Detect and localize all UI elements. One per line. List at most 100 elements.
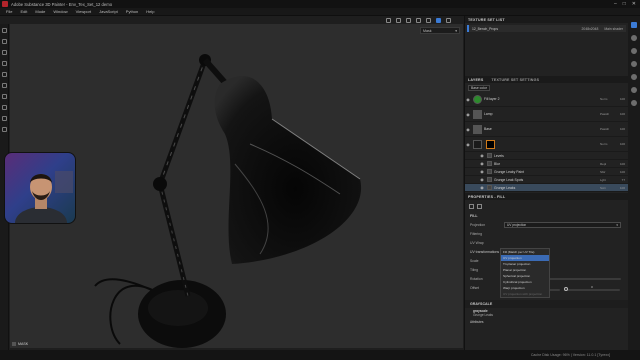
uv-wrap-row: UV Wrap xyxy=(465,238,628,247)
effect-opacity[interactable]: 100 xyxy=(618,170,628,174)
menu-window[interactable]: Window xyxy=(49,9,71,14)
smudge-icon[interactable] xyxy=(1,72,7,77)
eraser-icon[interactable] xyxy=(1,39,7,44)
app-logo-icon xyxy=(2,1,8,7)
effect-name: Levels xyxy=(494,153,504,158)
menu-javascript[interactable]: JavaScript xyxy=(95,9,122,14)
layer-opacity[interactable]: 100 xyxy=(618,127,628,131)
projection-dropdown[interactable]: UV projection ▾ xyxy=(504,221,621,228)
visibility-eye-icon[interactable]: ◉ xyxy=(479,161,485,166)
layout-icon[interactable] xyxy=(446,17,451,23)
menu-python[interactable]: Python xyxy=(122,9,142,14)
mask-indicator: MASK xyxy=(12,342,28,346)
layer-row[interactable]: ◉ Base Passth 100 xyxy=(465,122,628,137)
picker-icon[interactable] xyxy=(1,94,7,99)
layer-row[interactable]: ◉ Norm 100 xyxy=(465,137,628,152)
paint-mode-icon[interactable] xyxy=(436,17,441,23)
tab-texture-set-settings[interactable]: TEXTURE SET SETTINGS xyxy=(491,78,539,82)
layer-thumbnail xyxy=(473,139,482,149)
menu-mode[interactable]: Mode xyxy=(31,9,49,14)
menu-viewport[interactable]: Viewport xyxy=(72,9,96,14)
effect-icon xyxy=(487,161,492,166)
visibility-eye-icon[interactable]: ◉ xyxy=(479,169,485,174)
effect-blend[interactable]: Sbtr xyxy=(600,170,618,174)
projection-dropdown-list: Fill (Match per UV Tile) UV projection T… xyxy=(500,248,550,298)
attributes-row[interactable]: Attributes xyxy=(465,318,628,325)
visibility-eye-icon[interactable]: ◉ xyxy=(465,127,471,132)
effect-blend[interactable]: Repl xyxy=(600,162,618,166)
menu-help[interactable]: Help xyxy=(142,9,158,14)
effect-row[interactable]: ◉ Blur Repl 100 xyxy=(465,160,628,168)
effect-row[interactable]: ◉ Levels xyxy=(465,152,628,160)
layer-blend[interactable]: Norm xyxy=(600,97,618,101)
layer-blend[interactable]: Passth xyxy=(600,112,618,116)
render-icon[interactable] xyxy=(426,17,431,23)
effect-name: Blur xyxy=(494,161,501,166)
layer-name: Base xyxy=(484,127,492,131)
projection-icon[interactable] xyxy=(1,50,7,55)
fill-tool-icon[interactable] xyxy=(469,203,474,209)
effect-name: Grunge Leaks xyxy=(494,185,516,190)
chevron-down-icon: ▾ xyxy=(455,28,457,33)
layer-row[interactable]: ◉ Fill layer 2 Norm 100 xyxy=(465,92,628,107)
minimize-button[interactable]: – xyxy=(614,1,617,7)
status-bar: Cache Disk Usage: 96% | Version: 11.0.1 … xyxy=(0,350,640,360)
properties-icon[interactable] xyxy=(631,48,637,54)
settings-icon[interactable] xyxy=(416,17,421,23)
shader-settings-icon[interactable] xyxy=(631,100,637,106)
camera-icon[interactable] xyxy=(386,17,391,23)
offset-y-slider[interactable] xyxy=(564,287,620,291)
layer-name: Fill layer 2 xyxy=(484,97,500,101)
close-button[interactable]: ✕ xyxy=(632,1,636,7)
visibility-eye-icon[interactable]: ◉ xyxy=(465,142,471,147)
layer-blend[interactable]: Passth xyxy=(600,127,618,131)
visibility-eye-icon[interactable]: ◉ xyxy=(465,112,471,117)
effect-row[interactable]: ◉ Grunge Leak Spots Lght 77 xyxy=(465,176,628,184)
layers-icon[interactable] xyxy=(631,35,637,41)
layer-opacity[interactable]: 100 xyxy=(618,142,628,146)
clone-icon[interactable] xyxy=(1,83,7,88)
menu-file[interactable]: File xyxy=(2,9,16,14)
viewport-mode-select[interactable]: Mask ▾ xyxy=(420,27,460,34)
slider-knob[interactable] xyxy=(564,287,568,291)
polygon-fill-icon[interactable] xyxy=(1,61,7,66)
effect-row[interactable]: ◉ Grunge Leaky Paint Sbtr 100 xyxy=(465,168,628,176)
export-icon[interactable] xyxy=(1,127,7,132)
right-icon-bar xyxy=(628,16,640,350)
visibility-eye-icon[interactable]: ◉ xyxy=(479,177,485,182)
layer-blend[interactable]: Norm xyxy=(600,142,618,146)
layer-opacity[interactable]: 100 xyxy=(618,112,628,116)
viewport[interactable]: Mask ▾ MASK xyxy=(10,24,463,348)
status-text: Cache Disk Usage: 96% | Version: 11.0.1 … xyxy=(530,353,610,357)
channel-select[interactable]: Base color xyxy=(468,84,491,91)
texture-set-icon[interactable] xyxy=(631,22,637,28)
shelf-icon[interactable] xyxy=(631,61,637,67)
screenshot-icon[interactable] xyxy=(406,17,411,23)
effect-blend[interactable]: Scrn xyxy=(600,186,618,190)
paint-brush-icon[interactable] xyxy=(1,28,7,33)
effect-opacity[interactable]: 100 xyxy=(618,186,628,190)
layer-row[interactable]: ◉ Lamp Passth 100 xyxy=(465,107,628,122)
layer-opacity[interactable]: 100 xyxy=(618,97,628,101)
visibility-eye-icon[interactable]: ◉ xyxy=(465,97,471,102)
history-icon[interactable] xyxy=(631,74,637,80)
effect-blend[interactable]: Lght xyxy=(600,178,618,182)
menu-edit[interactable]: Edit xyxy=(16,9,31,14)
anchor-icon[interactable] xyxy=(1,116,7,121)
effect-opacity[interactable]: 100 xyxy=(618,162,628,166)
effect-row-selected[interactable]: ◉ Grunge Leaks Scrn 100 xyxy=(465,184,628,192)
channel-row: Base color xyxy=(465,83,628,92)
grayscale-row[interactable]: grayscale Grunge Leaks xyxy=(465,308,628,318)
tab-layers[interactable]: LAYERS xyxy=(468,78,483,82)
texture-set-row[interactable]: 12_Bench_Props 2048x2048 Main shader xyxy=(467,25,626,32)
paint-tool-icon[interactable] xyxy=(477,203,482,209)
effect-opacity[interactable]: 77 xyxy=(618,178,628,182)
bake-icon[interactable] xyxy=(1,105,7,110)
attributes-label: Attributes xyxy=(470,319,484,324)
visibility-eye-icon[interactable]: ◉ xyxy=(479,185,485,190)
grid-icon[interactable] xyxy=(396,17,401,23)
display-settings-icon[interactable] xyxy=(631,87,637,93)
tiling-label: Tiling xyxy=(470,267,478,272)
visibility-eye-icon[interactable]: ◉ xyxy=(479,153,485,158)
maximize-button[interactable]: □ xyxy=(623,1,626,7)
